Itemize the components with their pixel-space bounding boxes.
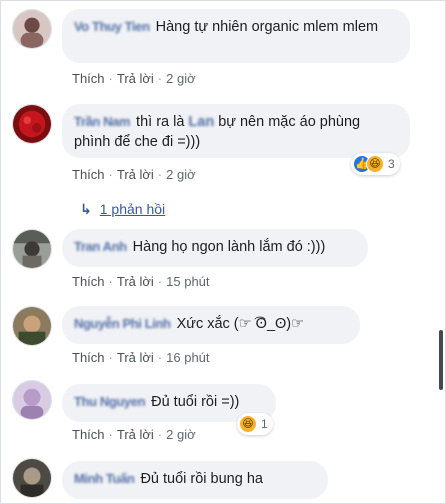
haha-reaction-icon: 😆 <box>239 415 257 433</box>
reply-button[interactable]: Trả lời <box>117 274 154 289</box>
separator: · <box>157 427 163 442</box>
replies-count-label[interactable]: 1 phản hồi <box>100 201 165 217</box>
avatar[interactable] <box>12 380 52 420</box>
comment-bubble: Trần Nam thì ra là Lan bự nên mặc áo phùng … <box>62 104 410 158</box>
separator: · <box>157 350 163 365</box>
reply-button[interactable]: Trả lời <box>117 167 154 182</box>
reply-button[interactable]: Trả lời <box>117 350 154 365</box>
comment-text: Xức xắc (☞ ͡ʘ_ʘ)☞ <box>176 316 305 332</box>
reply-button[interactable]: Trả lời <box>117 427 154 442</box>
scrollbar[interactable] <box>439 330 443 390</box>
comment-text-before: thì ra là <box>136 114 185 130</box>
comment-bubble: Nguyễn Phi Linh Xức xắc (☞ ͡ʘ_ʘ)☞ <box>62 306 360 344</box>
like-button[interactable]: Thích <box>72 274 105 289</box>
avatar[interactable] <box>12 458 52 498</box>
reply-button[interactable]: Trả lời <box>117 71 154 86</box>
separator: · <box>108 71 113 86</box>
comment-text: Đủ tuổi rồi bung ha <box>140 471 263 487</box>
comment-time[interactable]: 2 giờ <box>166 71 196 86</box>
avatar[interactable] <box>12 306 52 346</box>
like-button[interactable]: Thích <box>72 71 105 86</box>
avatar[interactable] <box>12 9 52 49</box>
reaction-count: 1 <box>261 417 268 431</box>
comment-text: Đủ tuổi rồi =)) <box>151 394 240 410</box>
comment-time[interactable]: 15 phút <box>166 274 209 289</box>
view-replies-link[interactable]: ↳ 1 phản hồi <box>80 201 165 218</box>
comment-author[interactable]: Thu Nguyen <box>74 394 146 409</box>
separator: · <box>157 274 163 289</box>
reaction-summary[interactable]: 👍 😆 3 <box>351 153 400 175</box>
comment-bubble: Vo Thuy Tien Hàng tự nhiên organic mlem m… <box>62 9 410 63</box>
comment-author[interactable]: Nguyễn Phi Linh <box>74 316 171 331</box>
separator: · <box>108 274 113 289</box>
separator: · <box>157 167 163 182</box>
reply-arrow-icon: ↳ <box>80 201 92 217</box>
comment-actions: Thích · Trả lời · 2 giờ <box>72 427 196 442</box>
comment-text: Hàng tự nhiên organic mlem mlem <box>155 19 379 35</box>
comment-author[interactable]: Vo Thuy Tien <box>74 19 150 34</box>
comment-bubble: Tran Anh Hàng họ ngon lành lắm đó :))) <box>62 229 368 267</box>
separator: · <box>108 427 113 442</box>
comment-time[interactable]: 2 giờ <box>166 167 196 182</box>
like-button[interactable]: Thích <box>72 427 105 442</box>
comment-time[interactable]: 2 giờ <box>166 427 196 442</box>
separator: · <box>108 350 113 365</box>
comment-actions: Thích · Trả lời · 15 phút <box>72 274 210 289</box>
avatar[interactable] <box>12 229 52 269</box>
comment-author[interactable]: Tran Anh <box>74 239 127 254</box>
avatar[interactable] <box>12 104 52 144</box>
mention-link[interactable]: Lan <box>188 114 214 130</box>
comment-actions: Thích · Trả lời · 16 phút <box>72 350 210 365</box>
comment-author[interactable]: Trần Nam <box>74 114 130 129</box>
like-button[interactable]: Thích <box>72 350 105 365</box>
comment-time[interactable]: 16 phút <box>166 350 209 365</box>
comment-actions: Thích · Trả lời · 2 giờ <box>72 167 196 182</box>
reaction-count: 3 <box>388 157 395 171</box>
separator: · <box>108 167 113 182</box>
separator: · <box>157 71 163 86</box>
comment-actions: Thích · Trả lời · 2 giờ <box>72 71 196 86</box>
reaction-summary[interactable]: 😆 1 <box>237 413 273 435</box>
comment-bubble: Minh Tuấn Đủ tuổi rồi bung ha <box>62 461 328 499</box>
comment-author[interactable]: Minh Tuấn <box>74 471 135 486</box>
like-button[interactable]: Thích <box>72 167 105 182</box>
haha-reaction-icon: 😆 <box>366 155 384 173</box>
comment-text: Hàng họ ngon lành lắm đó :))) <box>132 239 326 255</box>
